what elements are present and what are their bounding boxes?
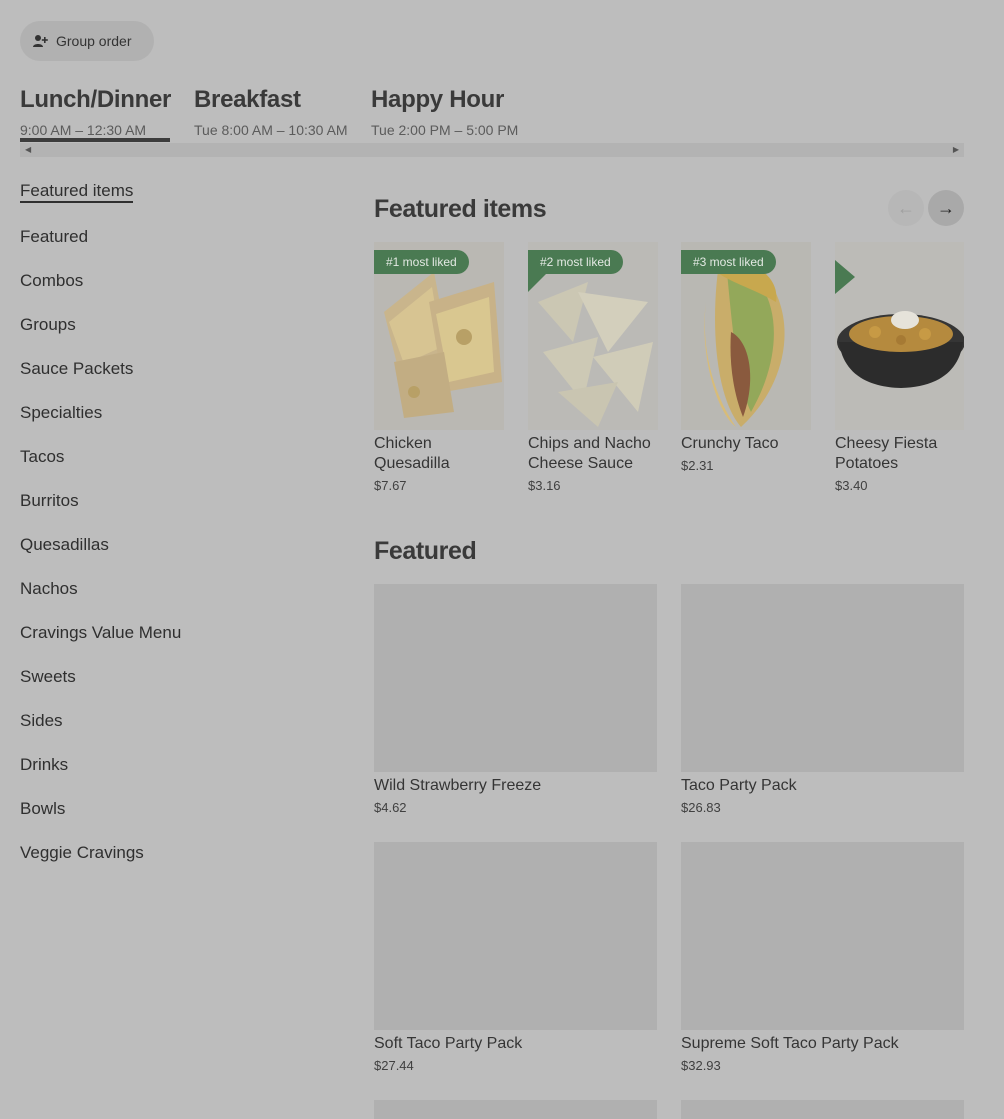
sidebar-item-label: Sweets [20, 667, 76, 686]
item-image: #1 most liked [374, 242, 504, 430]
most-liked-badge: #2 most liked [528, 250, 623, 274]
sidebar-item-label: Tacos [20, 447, 65, 466]
sidebar-item-sauce-packets[interactable]: Sauce Packets [20, 358, 320, 402]
item-image-placeholder [374, 1100, 657, 1119]
sidebar-item-label: Featured [20, 227, 89, 246]
menu-tab-breakfast[interactable]: Breakfast Tue 8:00 AM – 10:30 AM [194, 86, 348, 144]
menu-tab-lunch-dinner[interactable]: Lunch/Dinner 9:00 AM – 12:30 AM [20, 86, 172, 144]
sidebar-item-cravings-value-menu[interactable]: Cravings Value Menu [20, 622, 320, 666]
featured-items-heading: Featured items [374, 195, 547, 223]
sidebar-item-burritos[interactable]: Burritos [20, 490, 320, 534]
item-price: $7.67 [374, 478, 407, 493]
sidebar-item-groups[interactable]: Groups [20, 314, 320, 358]
featured-item-card[interactable]: Cheesy Fiesta Potatoes $3.40 [835, 242, 964, 493]
sidebar-item-drinks[interactable]: Drinks [20, 754, 320, 798]
menu-item-card[interactable]: Soft Taco Party Pack $27.44 [374, 842, 657, 1073]
menu-tab-title: Lunch/Dinner [20, 86, 172, 113]
item-image-placeholder [681, 584, 964, 772]
carousel-prev-button[interactable]: ← [888, 190, 924, 226]
featured-item-card[interactable]: #1 most liked Chicken Quesadilla $7.67 [374, 242, 504, 493]
item-name: Cheesy Fiesta Potatoes [835, 435, 938, 472]
sidebar-item-combos[interactable]: Combos [20, 270, 320, 314]
item-name: Soft Taco Party Pack [374, 1035, 523, 1052]
carousel-nav: ← → [888, 190, 964, 226]
item-price: $4.62 [374, 800, 407, 815]
sidebar-item-veggie-cravings[interactable]: Veggie Cravings [20, 842, 320, 886]
sidebar-item-label: Sides [20, 711, 63, 730]
category-sidebar: Featured items Featured Combos Groups Sa… [20, 180, 320, 886]
sidebar-item-label: Specialties [20, 403, 103, 422]
menu-item-card[interactable]: Supreme Soft Taco Party Pack $32.93 [681, 842, 964, 1073]
item-name: Wild Strawberry Freeze [374, 777, 542, 794]
scroll-right-icon[interactable]: ▶ [953, 145, 959, 154]
item-price: $32.93 [681, 1058, 721, 1073]
sidebar-item-label: Cravings Value Menu [20, 623, 182, 642]
featured-heading: Featured [374, 537, 477, 565]
item-image-placeholder [681, 842, 964, 1030]
sidebar-item-label: Groups [20, 315, 76, 334]
item-image-placeholder [374, 584, 657, 772]
item-image [835, 242, 964, 430]
featured-items-carousel: #1 most liked Chicken Quesadilla $7.67 #… [374, 242, 964, 502]
menu-item-card[interactable] [374, 1100, 657, 1119]
scroll-left-icon[interactable]: ◀ [25, 145, 31, 154]
item-image: #3 most liked [681, 242, 811, 430]
menu-tab-hours: 9:00 AM – 12:30 AM [20, 122, 147, 138]
item-price: $27.44 [374, 1058, 414, 1073]
item-name: Supreme Soft Taco Party Pack [681, 1035, 899, 1052]
item-name: Chicken Quesadilla [374, 435, 450, 472]
sidebar-item-featured[interactable]: Featured [20, 226, 320, 270]
sidebar-item-bowls[interactable]: Bowls [20, 798, 320, 842]
sidebar-item-label: Drinks [20, 755, 69, 774]
sidebar-item-specialties[interactable]: Specialties [20, 402, 320, 446]
menu-tab-title: Happy Hour [371, 86, 505, 113]
item-price: $2.31 [681, 458, 714, 473]
sidebar-item-label: Featured items [20, 181, 134, 203]
sidebar-item-tacos[interactable]: Tacos [20, 446, 320, 490]
menu-tab-title: Breakfast [194, 86, 301, 113]
sidebar-item-label: Nachos [20, 579, 78, 598]
group-order-button[interactable]: Group order [20, 21, 154, 61]
menu-item-card[interactable]: Taco Party Pack $26.83 [681, 584, 964, 815]
most-liked-badge: #3 most liked [681, 250, 776, 274]
featured-item-card[interactable]: #3 most liked Crunchy Taco $2.31 [681, 242, 811, 473]
sidebar-item-nachos[interactable]: Nachos [20, 578, 320, 622]
featured-item-card[interactable]: #2 most liked Chips and Nacho Cheese Sau… [528, 242, 658, 493]
item-price: $3.16 [528, 478, 561, 493]
menu-item-card[interactable] [681, 1100, 964, 1119]
arrow-left-icon: ← [897, 197, 915, 218]
menu-tab-happy-hour[interactable]: Happy Hour Tue 2:00 PM – 5:00 PM [371, 86, 521, 144]
sidebar-item-label: Veggie Cravings [20, 843, 144, 862]
carousel-next-button[interactable]: → [928, 190, 964, 226]
most-liked-badge: #1 most liked [374, 250, 469, 274]
sidebar-item-label: Bowls [20, 799, 66, 818]
person-add-icon [33, 35, 48, 47]
sidebar-item-sides[interactable]: Sides [20, 710, 320, 754]
sidebar-item-quesadillas[interactable]: Quesadillas [20, 534, 320, 578]
sidebar-item-label: Burritos [20, 491, 79, 510]
item-name: Chips and Nacho Cheese Sauce [528, 435, 651, 472]
sidebar-item-sweets[interactable]: Sweets [20, 666, 320, 710]
item-name: Crunchy Taco [681, 435, 779, 452]
menu-tab-hours: Tue 8:00 AM – 10:30 AM [194, 122, 348, 138]
potatoes-image-icon [835, 242, 964, 430]
arrow-right-icon: → [937, 197, 955, 218]
item-image-placeholder [681, 1100, 964, 1119]
group-order-label: Group order [56, 33, 132, 49]
sidebar-item-featured-items[interactable]: Featured items [20, 180, 320, 226]
sidebar-item-label: Quesadillas [20, 535, 109, 554]
item-image-placeholder [374, 842, 657, 1030]
menu-tab-hours: Tue 2:00 PM – 5:00 PM [371, 122, 519, 138]
sidebar-item-label: Sauce Packets [20, 359, 134, 378]
menu-tabs-scrollbar[interactable]: ◀ ▶ [20, 143, 964, 157]
item-name: Taco Party Pack [681, 777, 797, 794]
item-price: $26.83 [681, 800, 721, 815]
menu-item-card[interactable]: Wild Strawberry Freeze $4.62 [374, 584, 657, 815]
menu-tabs: Lunch/Dinner 9:00 AM – 12:30 AM Breakfas… [20, 86, 964, 144]
item-price: $3.40 [835, 478, 868, 493]
item-image: #2 most liked [528, 242, 658, 430]
sidebar-item-label: Combos [20, 271, 84, 290]
